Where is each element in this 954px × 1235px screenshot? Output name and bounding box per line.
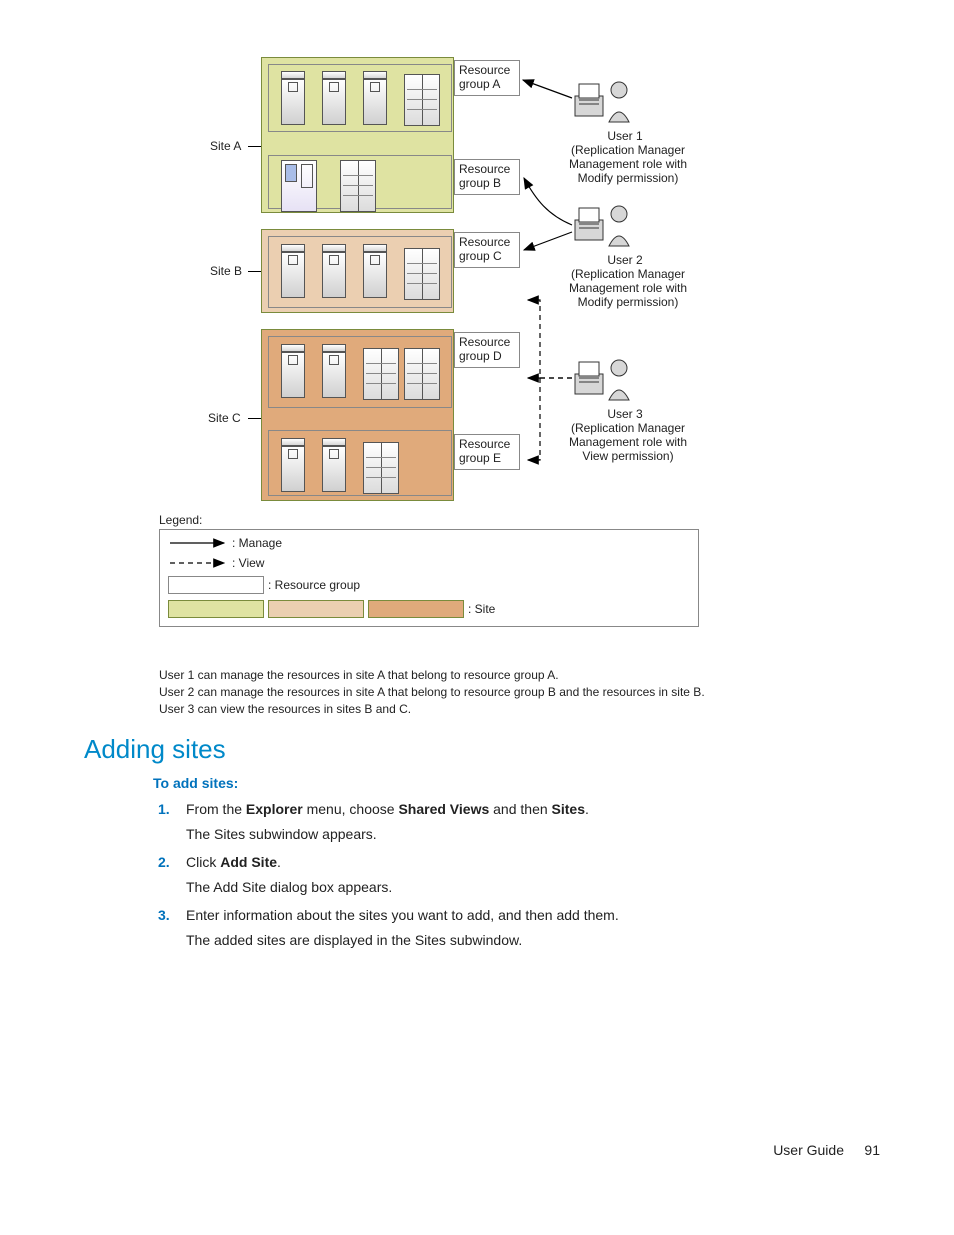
footer-guide: User Guide <box>773 1142 844 1158</box>
legend-box: Legend: : Manage : View : Resource group… <box>159 513 699 643</box>
arrows-svg <box>0 0 954 520</box>
legend-resource-group-swatch <box>168 576 264 594</box>
subheading-to-add-sites: To add sites: <box>153 775 238 791</box>
diagram-note-2: User 2 can manage the resources in site … <box>159 685 705 699</box>
step-1-text: From the Explorer menu, choose Shared Vi… <box>186 801 589 817</box>
step-1-b1: Explorer <box>246 801 303 817</box>
step-1-number: 1. <box>158 801 170 817</box>
step-2-end: . <box>277 854 281 870</box>
legend-manage-arrow-icon <box>168 537 228 549</box>
diagram-note-3: User 3 can view the resources in sites B… <box>159 702 411 716</box>
step-2-pre: Click <box>186 854 220 870</box>
step-1-after: The Sites subwindow appears. <box>186 826 377 842</box>
step-1-b2: Shared Views <box>398 801 489 817</box>
legend-manage-text: : Manage <box>232 536 282 550</box>
step-2-b1: Add Site <box>220 854 277 870</box>
footer-page-number: 91 <box>864 1142 880 1158</box>
step-2-text: Click Add Site. <box>186 854 281 870</box>
legend-title: Legend: <box>159 513 699 527</box>
legend-site-swatch-2 <box>268 600 364 618</box>
legend-site-text: : Site <box>468 602 495 616</box>
legend-view-text: : View <box>232 556 264 570</box>
step-1-mid2: and then <box>489 801 551 817</box>
diagram-note-1: User 1 can manage the resources in site … <box>159 668 559 682</box>
step-2-number: 2. <box>158 854 170 870</box>
heading-adding-sites: Adding sites <box>84 734 226 765</box>
legend-site-swatch-1 <box>168 600 264 618</box>
legend-view-arrow-icon <box>168 557 228 569</box>
step-1-end: . <box>585 801 589 817</box>
step-3-number: 3. <box>158 907 170 923</box>
step-1-mid: menu, choose <box>303 801 399 817</box>
step-3-text: Enter information about the sites you wa… <box>186 907 619 923</box>
step-1-b3: Sites <box>552 801 585 817</box>
legend-resource-group-text: : Resource group <box>268 578 360 592</box>
step-3-after: The added sites are displayed in the Sit… <box>186 932 522 948</box>
legend-site-swatch-3 <box>368 600 464 618</box>
step-1-pre: From the <box>186 801 246 817</box>
step-2-after: The Add Site dialog box appears. <box>186 879 392 895</box>
